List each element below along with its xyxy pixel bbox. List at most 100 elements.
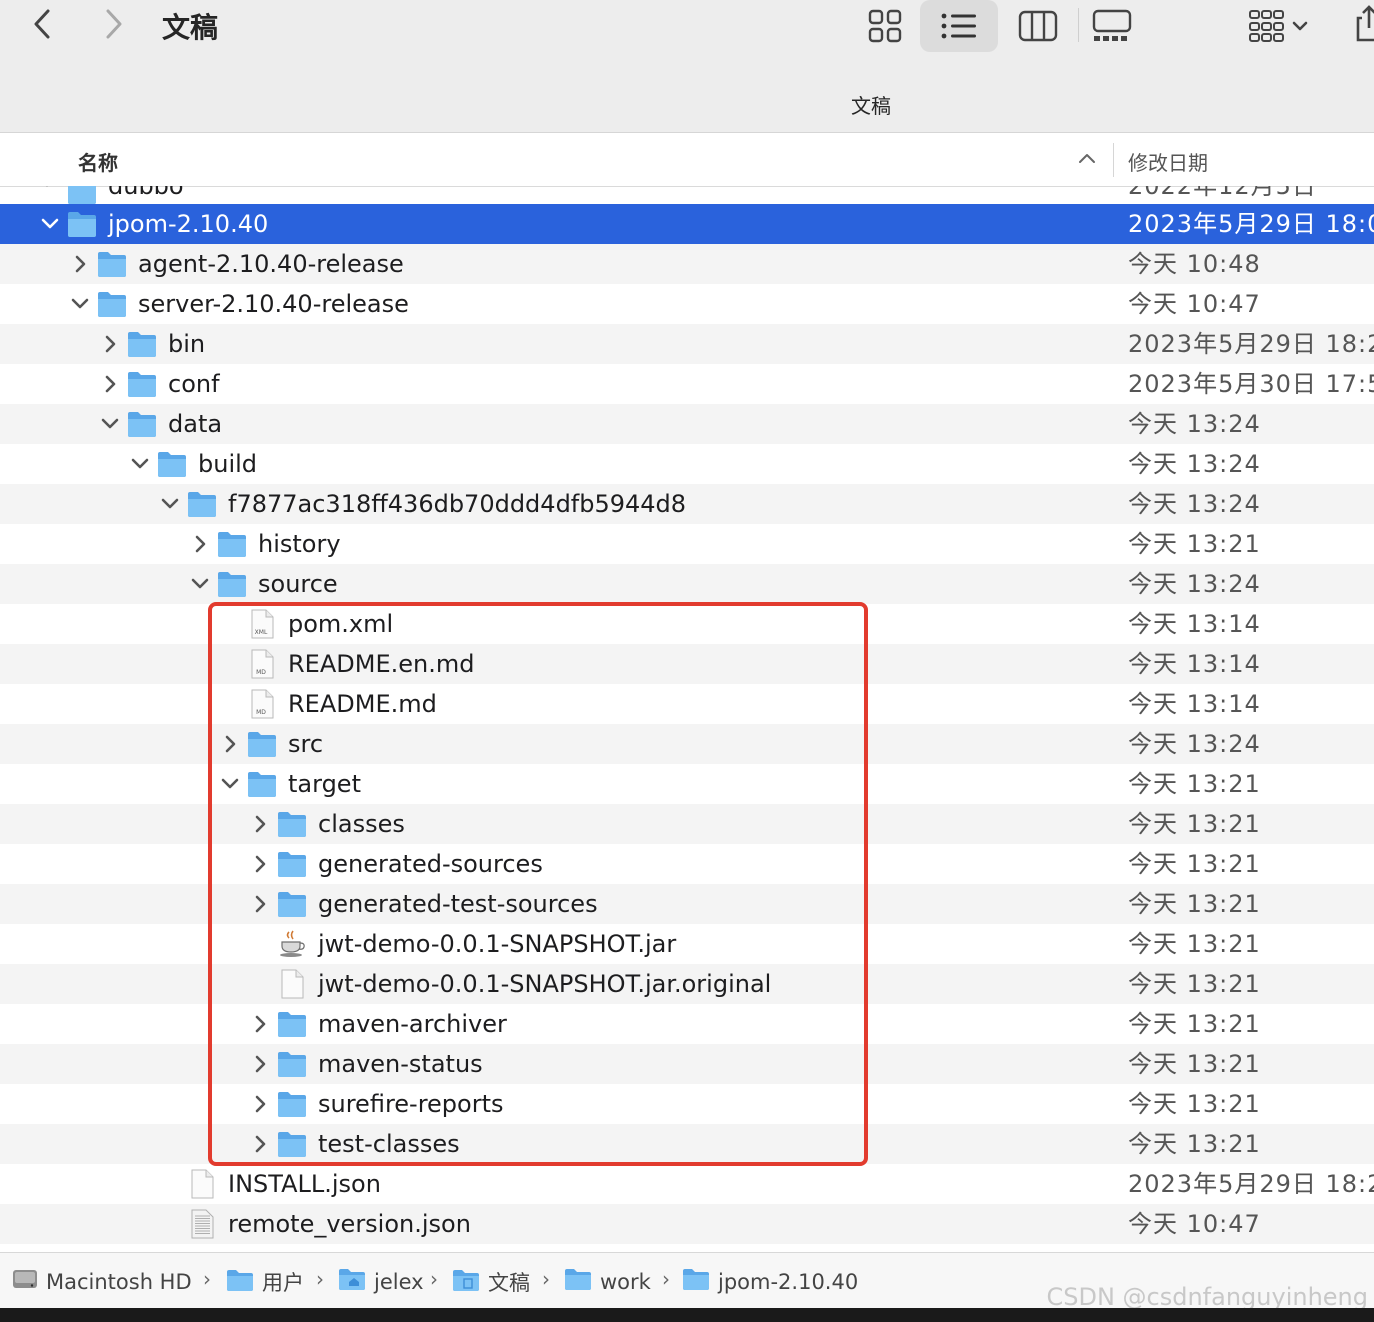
path-crumb-label: work [600, 1269, 651, 1294]
file-name: jwt-demo-0.0.1-SNAPSHOT.jar.original [318, 970, 772, 998]
path-crumb[interactable]: 文稿 [452, 1267, 530, 1297]
list-item[interactable]: maven-archiver 今天 13:21 [0, 1004, 1374, 1044]
icon-view-button[interactable] [855, 0, 915, 52]
modified-date: 2023年5月30日 17:5 [1128, 370, 1374, 398]
gallery-view-button[interactable] [1082, 0, 1142, 52]
path-crumb[interactable]: 用户 [226, 1267, 304, 1297]
list-item[interactable]: bin 2023年5月29日 18:2 [0, 324, 1374, 364]
java-jar-icon [276, 929, 308, 959]
disclosure-expanded-icon[interactable] [218, 772, 242, 796]
file-name: dubbo [108, 186, 184, 200]
list-item[interactable]: f7877ac318ff436db70ddd4dfb5944d8 今天 13:24 [0, 484, 1374, 524]
column-view-button[interactable] [1008, 0, 1068, 52]
list-item[interactable]: server-2.10.40-release 今天 10:47 [0, 284, 1374, 324]
file-name: bin [168, 330, 206, 358]
share-icon [1356, 5, 1374, 42]
svg-text:MD: MD [256, 709, 266, 716]
modified-date: 今天 13:24 [1128, 410, 1261, 438]
modified-date: 今天 13:21 [1128, 810, 1261, 838]
back-button[interactable] [22, 2, 62, 46]
document-icon: MD [246, 649, 278, 679]
list-item[interactable]: history 今天 13:21 [0, 524, 1374, 564]
group-by-button[interactable] [1238, 0, 1318, 52]
path-crumb[interactable]: jelex [338, 1267, 424, 1296]
list-item[interactable]: generated-test-sources 今天 13:21 [0, 884, 1374, 924]
list-item[interactable]: generated-sources 今天 13:21 [0, 844, 1374, 884]
list-item[interactable]: MD README.md 今天 13:14 [0, 684, 1374, 724]
folder-icon [276, 1129, 308, 1159]
gallery-icon [1092, 9, 1132, 41]
list-item[interactable]: MD README.en.md 今天 13:14 [0, 644, 1374, 684]
column-divider[interactable] [1113, 143, 1114, 177]
file-name: f7877ac318ff436db70ddd4dfb5944d8 [228, 490, 687, 518]
forward-button[interactable] [94, 2, 134, 46]
disclosure-expanded-icon[interactable] [188, 572, 212, 596]
date-modified-column-header[interactable]: 修改日期 [1128, 147, 1208, 176]
disclosure-collapsed-icon[interactable] [188, 532, 212, 556]
modified-date: 2022年12月5日 15:4 [1128, 186, 1317, 204]
disclosure-collapsed-icon[interactable] [248, 1052, 272, 1076]
list-item[interactable]: surefire-reports 今天 13:21 [0, 1084, 1374, 1124]
list-item[interactable]: data 今天 13:24 [0, 404, 1374, 444]
disclosure-expanded-icon[interactable] [128, 452, 152, 476]
documents-folder-icon [452, 1268, 480, 1297]
list-item[interactable]: XML pom.xml 今天 13:14 [0, 604, 1374, 644]
disclosure-expanded-icon[interactable] [68, 292, 92, 316]
list-item[interactable]: test-classes 今天 13:21 [0, 1124, 1374, 1164]
modified-date: 2023年5月29日 18:2 [1128, 330, 1374, 358]
folder-icon [276, 1009, 308, 1039]
svg-text:XML: XML [255, 629, 268, 636]
file-name: agent-2.10.40-release [138, 250, 404, 278]
list-item[interactable]: source 今天 13:24 [0, 564, 1374, 604]
disclosure-collapsed-icon[interactable] [248, 1012, 272, 1036]
disclosure-collapsed-icon[interactable] [248, 852, 272, 876]
list-item[interactable]: classes 今天 13:21 [0, 804, 1374, 844]
grid-icon [868, 9, 902, 43]
disclosure-collapsed-icon[interactable] [248, 1132, 272, 1156]
folder-icon [96, 249, 128, 279]
file-name: README.md [288, 690, 437, 718]
list-item[interactable]: conf 2023年5月30日 17:5 [0, 364, 1374, 404]
disclosure-icon[interactable] [40, 186, 60, 192]
folder-icon [96, 289, 128, 319]
disclosure-collapsed-icon[interactable] [248, 892, 272, 916]
path-separator-icon: › [430, 1267, 438, 1291]
disclosure-collapsed-icon[interactable] [218, 732, 242, 756]
share-button[interactable] [1354, 4, 1374, 44]
disclosure-expanded-icon[interactable] [98, 412, 122, 436]
list-item[interactable]: jpom-2.10.40 2023年5月29日 18:0 [0, 204, 1374, 244]
list-item[interactable]: jwt-demo-0.0.1-SNAPSHOT.jar 今天 13:21 [0, 924, 1374, 964]
list-item[interactable]: INSTALL.json 2023年5月29日 18:2 [0, 1164, 1374, 1204]
modified-date: 今天 13:21 [1128, 930, 1261, 958]
file-name: classes [318, 810, 405, 838]
list-item[interactable]: maven-status 今天 13:21 [0, 1044, 1374, 1084]
list-item[interactable]: target 今天 13:21 [0, 764, 1374, 804]
disclosure-collapsed-icon[interactable] [248, 812, 272, 836]
partial-list-item[interactable]: dubbo 2022年12月5日 15:4 [0, 186, 1374, 204]
path-crumb[interactable]: Macintosh HD [12, 1267, 192, 1296]
disclosure-expanded-icon[interactable] [158, 492, 182, 516]
path-crumb[interactable]: work [564, 1267, 651, 1296]
folder-icon [246, 769, 278, 799]
document-icon [186, 1169, 218, 1199]
modified-date: 今天 13:21 [1128, 770, 1261, 798]
path-crumb[interactable]: jpom-2.10.40 [682, 1267, 858, 1296]
list-item[interactable]: build 今天 13:24 [0, 444, 1374, 484]
list-view-button[interactable] [920, 0, 998, 52]
modified-date: 今天 13:21 [1128, 530, 1261, 558]
path-separator-icon: › [662, 1267, 670, 1291]
disclosure-expanded-icon[interactable] [38, 212, 62, 236]
disclosure-collapsed-icon[interactable] [68, 252, 92, 276]
name-column-header[interactable]: 名称 [78, 147, 118, 176]
path-crumb-label: jpom-2.10.40 [718, 1269, 859, 1294]
home-folder-icon [338, 1267, 366, 1296]
list-item[interactable]: src 今天 13:24 [0, 724, 1374, 764]
list-item[interactable]: agent-2.10.40-release 今天 10:48 [0, 244, 1374, 284]
list-item[interactable]: jwt-demo-0.0.1-SNAPSHOT.jar.original 今天 1… [0, 964, 1374, 1004]
disclosure-collapsed-icon[interactable] [248, 1092, 272, 1116]
disclosure-collapsed-icon[interactable] [98, 372, 122, 396]
sort-ascending-icon[interactable] [1078, 151, 1096, 165]
document-icon: XML [246, 609, 278, 639]
disclosure-collapsed-icon[interactable] [98, 332, 122, 356]
list-item[interactable]: remote_version.json 今天 10:47 [0, 1204, 1374, 1244]
